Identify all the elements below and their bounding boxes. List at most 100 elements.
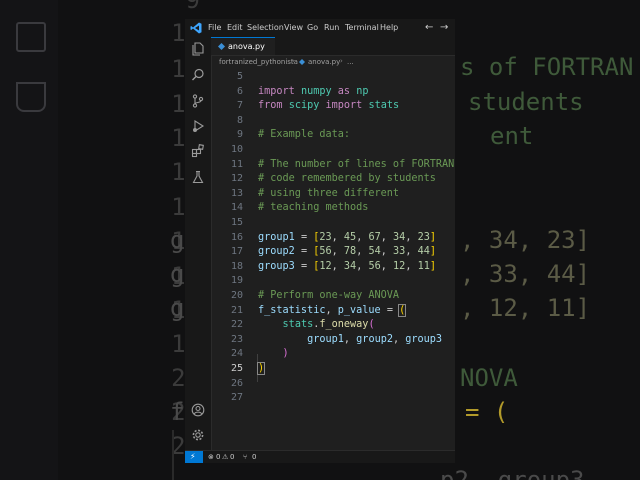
menu-help[interactable]: Help [380,23,398,32]
breadcrumb-file[interactable]: anova.py [308,58,340,66]
code-editor[interactable]: 5 6 import numpy as np 7 from scipy impo… [211,71,455,451]
background-snippet: f [170,398,185,426]
line-number-active: 25 [230,363,243,374]
menu-go[interactable]: Go [307,23,318,32]
code-line-18[interactable]: group3 = [12, 34, 56, 12, 11] [258,261,436,272]
background-indent-guide [172,430,174,480]
line-number: 9 [236,129,243,141]
menu-edit[interactable]: Edit [227,23,243,32]
status-bar: ⚡ ⊗ 0 ⚠ 0 ⑂ 0 [185,450,455,463]
code-line-17[interactable]: group2 = [56, 78, 54, 33, 44] [258,246,436,257]
activity-bar [185,37,212,451]
background-snippet: g [170,294,185,322]
tab-bar: anova.py [211,37,455,56]
python-file-icon [218,43,225,50]
line-number: 6 [236,85,243,97]
menu-bar: File Edit Selection View Go Run Terminal… [185,19,455,37]
line-number: 5 [236,71,243,82]
line-number: 8 [236,114,243,126]
background-snippet: NOVA [460,364,518,392]
chevron-right-icon: › [340,57,343,65]
code-line-6[interactable]: import numpy as np [258,86,368,97]
python-file-icon [299,59,305,65]
line-number: 23 [230,333,243,345]
breadcrumb-folder[interactable]: fortranized_pythonista [219,58,298,66]
background-snippet: , 34, 23] [460,226,591,254]
line-number: 12 [230,173,243,185]
code-line-13[interactable]: # using three different [258,188,399,199]
breadcrumb: fortranized_pythonista › anova.py › ... [211,56,455,69]
chevron-right-icon: › [292,57,295,65]
extensions-icon[interactable] [191,144,205,158]
forward-arrow-icon[interactable]: → [440,22,448,33]
line-number: 7 [236,100,243,112]
background-testing-icon [16,82,46,112]
breadcrumb-symbols[interactable]: ... [347,58,354,66]
account-icon[interactable] [191,403,205,417]
code-line-20[interactable]: # Perform one-way ANOVA [258,290,399,301]
line-number: 20 [230,290,243,301]
vscode-window: File Edit Selection View Go Run Terminal… [185,19,455,463]
background-snippet: p2, group3 [440,466,585,480]
menu-view[interactable]: View [284,23,303,32]
code-line-24[interactable]: ) [258,348,289,359]
vscode-logo-icon [190,22,202,34]
code-line-7[interactable]: from scipy import stats [258,100,399,111]
background-snippet: students [468,88,584,116]
warning-icon: ⚠ [222,453,229,461]
back-arrow-icon[interactable]: ← [425,22,433,33]
background-snippet: g [170,260,185,288]
line-number: 17 [230,246,243,258]
tab-label: anova.py [228,42,265,51]
line-number: 15 [230,217,243,228]
menu-terminal[interactable]: Terminal [345,23,379,32]
line-number: 27 [230,392,243,404]
background-snippet: s of FORTRAN [460,53,634,81]
code-line-12[interactable]: # code remembered by students [258,173,436,184]
testing-icon[interactable] [191,170,205,184]
error-icon: ⊗ [208,453,214,461]
ports-icon: ⑂ [243,453,248,461]
code-line-22[interactable]: stats.f_oneway( [258,319,375,330]
code-line-11[interactable]: # The number of lines of FORTRAN [258,159,454,170]
background-snippet: ent [490,122,534,150]
line-number: 14 [230,202,243,214]
source-control-icon[interactable] [191,94,205,108]
code-line-14[interactable]: # teaching methods [258,202,368,213]
line-number: 10 [230,144,243,155]
line-number: 13 [230,187,243,199]
line-number: 22 [230,319,243,331]
ports-count[interactable]: 0 [252,453,256,461]
menu-run[interactable]: Run [324,23,339,32]
line-number: 11 [230,158,243,170]
background-activity-bar [0,0,58,480]
background-snippet: g [170,226,185,254]
run-debug-icon[interactable] [191,119,205,133]
background-line-number: 9 [185,0,200,14]
remote-indicator[interactable]: ⚡ [185,451,203,463]
background-snippet: , 33, 44] [460,260,591,288]
code-line-16[interactable]: group1 = [23, 45, 67, 34, 23] [258,232,436,243]
search-icon[interactable] [191,68,205,82]
error-count[interactable]: 0 [216,453,220,461]
line-number: 16 [230,231,243,243]
line-number: 19 [230,275,243,287]
code-line-21[interactable]: f_statistic, p_value = ( [258,303,407,317]
menu-selection[interactable]: Selection [247,23,284,32]
settings-gear-icon[interactable] [191,428,205,442]
line-number: 24 [230,348,243,360]
remote-icon: ⚡ [190,452,196,461]
code-line-9[interactable]: # Example data: [258,129,350,140]
explorer-icon[interactable] [191,42,205,56]
tab-anova-py[interactable]: anova.py [211,37,275,55]
menu-file[interactable]: File [208,23,221,32]
code-line-23[interactable]: group1, group2, group3 [258,334,442,345]
line-number: 21 [230,304,243,316]
background-extensions-icon [16,22,46,52]
background-snippet: , 12, 11] [460,294,591,322]
background-snippet: = ( [465,398,509,426]
line-number: 18 [230,260,243,272]
warning-count[interactable]: 0 [230,453,234,461]
code-line-25[interactable]: ) [256,362,266,375]
line-number: 26 [230,377,243,389]
